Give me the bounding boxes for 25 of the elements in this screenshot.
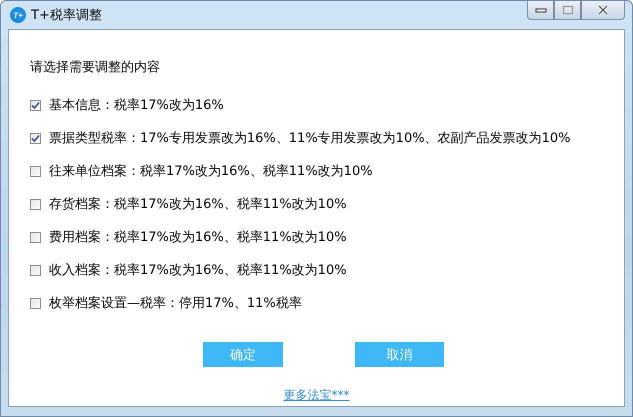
maximize-icon xyxy=(562,5,574,15)
prompt-text: 请选择需要调整的内容 xyxy=(30,59,161,76)
option-label: 票据类型税率：17%专用发票改为16%、11%专用发票改为10%、农副产品发票改为10% xyxy=(49,130,570,147)
close-icon xyxy=(596,4,610,16)
checkbox[interactable] xyxy=(30,100,41,110)
app-logo: T+ xyxy=(10,7,26,23)
window-title: T+税率调整 xyxy=(31,7,102,24)
option-label: 存货档案：税率17%改为16%、税率11%改为10% xyxy=(49,196,347,213)
more-link[interactable]: 更多法宝*** xyxy=(284,387,350,404)
checkbox[interactable] xyxy=(30,132,41,144)
checkbox[interactable] xyxy=(30,298,41,308)
close-button[interactable] xyxy=(581,1,625,20)
cancel-button[interactable]: 取消 xyxy=(355,342,444,367)
checkbox[interactable] xyxy=(30,232,41,242)
confirm-button[interactable]: 确定 xyxy=(203,342,283,367)
checkbox[interactable] xyxy=(30,166,41,176)
checkbox[interactable] xyxy=(30,198,41,210)
option-label: 费用档案：税率17%改为16%、税率11%改为10% xyxy=(49,229,347,246)
minimize-icon xyxy=(534,6,546,14)
option-label: 往来单位档案：税率17%改为16%、税率11%改为10% xyxy=(49,163,373,180)
checkbox[interactable] xyxy=(30,264,41,276)
option-label: 基本信息：税率17%改为16% xyxy=(49,97,224,114)
option-label: 收入档案：税率17%改为16%、税率11%改为10% xyxy=(49,262,347,279)
option-label: 枚举档案设置—税率：停用17%、11%税率 xyxy=(49,295,302,312)
minimize-button[interactable] xyxy=(527,1,554,20)
